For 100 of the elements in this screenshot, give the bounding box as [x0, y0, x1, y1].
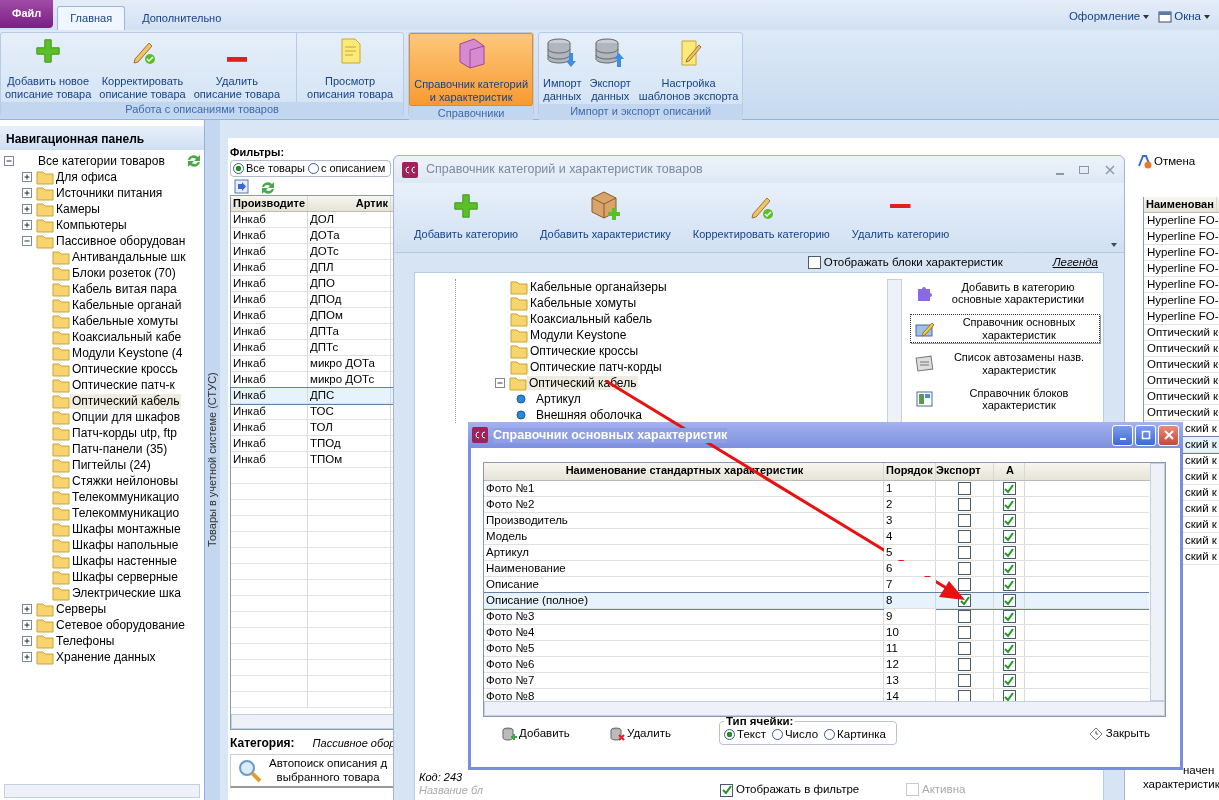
ribbon-button[interactable]: Настройка шаблонов экспорта: [634, 33, 743, 105]
ribbon-tab[interactable]: Главная: [57, 5, 126, 30]
checkbox[interactable]: [958, 642, 971, 655]
tree-item[interactable]: Сетевое оборудование: [54, 618, 187, 633]
menu-button[interactable]: Оформление: [1068, 10, 1151, 24]
tree-item[interactable]: Блоки розеток (70): [70, 266, 178, 281]
column-header[interactable]: Наименован: [1144, 197, 1217, 212]
checked-checkbox[interactable]: [1002, 610, 1016, 623]
tree-item[interactable]: Камеры: [54, 202, 102, 217]
close-button[interactable]: Закрыть: [1087, 726, 1150, 743]
checkbox[interactable]: [958, 658, 971, 671]
add-button[interactable]: Добавить: [501, 726, 609, 743]
tree-item[interactable]: Антивандальные шк: [70, 250, 188, 265]
vertical-scrollbar[interactable]: [1150, 463, 1165, 701]
tree-item[interactable]: Все категории товаров: [36, 154, 167, 169]
expand-toggle[interactable]: [22, 604, 32, 615]
tree-item[interactable]: Шкафы серверные: [70, 570, 180, 585]
close-button[interactable]: [1158, 424, 1179, 446]
checkbox[interactable]: [958, 690, 971, 701]
tree-item[interactable]: Кабельные органайзеры: [528, 279, 669, 294]
tree-item[interactable]: Оптические патч-к: [70, 378, 177, 393]
cancel-button[interactable]: Отмена: [1137, 154, 1219, 169]
ribbon-button[interactable]: Корректировать описание товара: [95, 33, 190, 103]
checkbox[interactable]: [958, 530, 971, 543]
tree-item[interactable]: Оптические кроссь: [70, 362, 180, 377]
tree-item[interactable]: Модули Keystone (4: [70, 346, 185, 361]
checked-checkbox[interactable]: [1002, 594, 1016, 607]
checkbox[interactable]: [958, 498, 971, 511]
checkbox[interactable]: [958, 578, 971, 591]
collapse-toggle[interactable]: [22, 236, 32, 247]
tree-item[interactable]: Компьютеры: [54, 218, 129, 233]
tree-item[interactable]: Модули Keystone: [528, 327, 629, 342]
tree-item[interactable]: Хранение данных: [54, 650, 158, 665]
ribbon-button[interactable]: Добавить новое описание товара: [1, 33, 96, 103]
expand-toggle[interactable]: [22, 204, 32, 215]
cell-type-radio[interactable]: Число: [771, 727, 819, 742]
checked-checkbox[interactable]: [1002, 498, 1016, 511]
checked-checkbox[interactable]: [1002, 546, 1016, 559]
minimize-button[interactable]: [1112, 424, 1133, 446]
ribbon-tab[interactable]: Дополнительно: [129, 5, 235, 30]
checked-checkbox[interactable]: [1002, 626, 1016, 639]
tree-item[interactable]: Артикул: [534, 391, 583, 406]
tree-item[interactable]: Телекоммуникацио: [70, 506, 182, 521]
checkbox[interactable]: [958, 674, 971, 687]
tree-item[interactable]: Коаксиальный кабель: [528, 311, 655, 326]
tree-item[interactable]: Источники питания: [54, 186, 165, 201]
checked-checkbox[interactable]: [1002, 674, 1016, 687]
collapse-toggle[interactable]: [4, 156, 14, 167]
filter-checkbox[interactable]: Отображать в фильтре: [720, 783, 906, 797]
checked-checkbox[interactable]: [1002, 562, 1016, 575]
checked-checkbox[interactable]: [1002, 658, 1016, 671]
legend-link[interactable]: Легенда: [1052, 256, 1098, 270]
tree-item[interactable]: Оптические патч-корды: [528, 359, 664, 374]
tree-item[interactable]: Пигтейлы (24): [70, 458, 153, 473]
action-button[interactable]: Справочник основных характеристик: [910, 314, 1100, 344]
filter-radio[interactable]: Все товары: [233, 162, 305, 176]
column-header[interactable]: Производите: [231, 196, 308, 212]
checkbox[interactable]: [958, 562, 971, 575]
file-menu-tab[interactable]: Файл: [0, 0, 54, 28]
cell-type-radio[interactable]: Картинка: [824, 727, 886, 742]
tree-item[interactable]: Кабельные хомуты: [70, 314, 181, 329]
tree-item[interactable]: Для офиса: [54, 170, 119, 185]
tree-item[interactable]: Серверы: [54, 602, 109, 617]
checked-checkbox[interactable]: [1002, 578, 1016, 591]
tree-item[interactable]: Внешняя оболочка: [534, 407, 644, 422]
expand-toggle[interactable]: [22, 636, 32, 647]
ribbon-button[interactable]: Справочник категорий и характеристик: [409, 33, 534, 107]
checked-checkbox[interactable]: [1002, 482, 1016, 495]
tree-item[interactable]: Пассивное оборудован: [54, 234, 188, 249]
tree-item[interactable]: Кабельные органай: [70, 298, 184, 313]
ribbon-button[interactable]: Экспорт данных: [585, 33, 635, 105]
column-header[interactable]: А: [994, 463, 1025, 480]
tree-item[interactable]: Кабель витая пара: [70, 282, 179, 297]
tree-item[interactable]: Телефоны: [54, 634, 117, 649]
toolbar-button[interactable]: Корректировать категорию: [686, 188, 836, 242]
checkbox[interactable]: [958, 482, 971, 495]
column-header[interactable]: Порядок: [884, 463, 936, 480]
horizontal-scrollbar[interactable]: [4, 784, 200, 798]
expand-toggle[interactable]: [22, 172, 32, 183]
menu-button[interactable]: Окна: [1158, 10, 1211, 24]
checked-checkbox[interactable]: [1002, 530, 1016, 543]
collapse-toggle[interactable]: [495, 377, 505, 388]
tree-item[interactable]: Шкафы напольные: [70, 538, 181, 553]
expand-toggle[interactable]: [22, 188, 32, 199]
tree-item[interactable]: Патч-корды utp, ftp: [70, 426, 179, 441]
tree-item[interactable]: Кабельные хомуты: [528, 295, 639, 310]
tree-item[interactable]: Опции для шкафов: [70, 410, 183, 425]
column-header[interactable]: Артик: [308, 196, 391, 212]
tree-item[interactable]: Стяжки нейлоновы: [70, 474, 181, 489]
expand-toggle[interactable]: [22, 620, 32, 631]
tree-item[interactable]: Телекоммуникацио: [70, 490, 182, 505]
ribbon-button[interactable]: Импорт данных: [539, 33, 586, 105]
toolbar-button[interactable]: Добавить характеристику: [534, 186, 677, 242]
checkbox[interactable]: [958, 546, 971, 559]
tree-item[interactable]: Шкафы настенные: [70, 554, 179, 569]
checked-checkbox[interactable]: [1002, 642, 1016, 655]
checkbox[interactable]: [958, 610, 971, 623]
filter-radio[interactable]: с описанием: [307, 162, 386, 176]
checkbox[interactable]: [958, 514, 971, 527]
maximize-button[interactable]: [1135, 424, 1156, 446]
